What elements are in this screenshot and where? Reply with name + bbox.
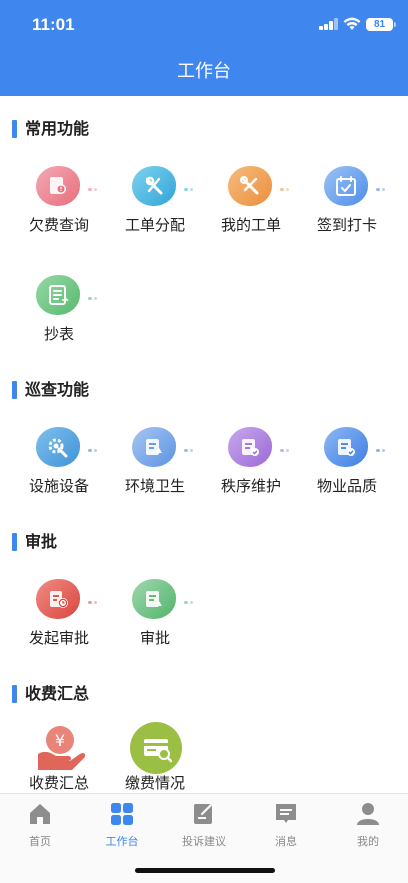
menu-item-fee-summary[interactable]: ¥ 收费汇总 — [14, 720, 104, 800]
menu-item-label: 工单分配 — [124, 216, 185, 234]
menu-item-facilities[interactable]: 设施设备 — [14, 423, 104, 503]
yuan-hand-icon: ¥ — [34, 720, 86, 774]
menu-item-sanitation[interactable]: 环境卫生 — [110, 423, 200, 503]
tools-icon — [228, 162, 289, 210]
menu-item-approval[interactable]: 审批 — [110, 575, 200, 655]
document-icon — [36, 271, 97, 319]
wifi-icon — [343, 17, 361, 30]
status-bar: 11:01 81 — [0, 0, 408, 46]
menu-item-label: 欠费查询 — [28, 216, 89, 234]
approval-document-icon — [132, 575, 193, 623]
document-clock-icon — [36, 575, 97, 623]
edit-note-icon — [194, 803, 213, 824]
section-title-inspection: 巡查功能 — [12, 379, 89, 401]
grid-icon — [111, 803, 133, 825]
section-title-approval: 审批 — [12, 531, 57, 553]
battery-icon: 81 — [366, 18, 396, 31]
menu-item-label: 物业品质 — [316, 477, 377, 495]
checklist-icon — [228, 423, 289, 471]
home-indicator — [135, 868, 275, 873]
user-icon — [357, 803, 379, 825]
tab-label: 消息 — [275, 835, 297, 848]
menu-item-my-work-orders[interactable]: 我的工单 — [206, 162, 296, 242]
clipboard-icon — [132, 423, 193, 471]
menu-item-property-quality[interactable]: 物业品质 — [302, 423, 392, 503]
menu-item-label: 发起审批 — [28, 629, 89, 647]
menu-item-label: 抄表 — [43, 325, 74, 343]
menu-item-arrears-query[interactable]: 欠费查询 — [14, 162, 104, 242]
tab-label: 我的 — [357, 835, 379, 848]
calendar-check-icon — [324, 162, 385, 210]
menu-item-label: 审批 — [139, 629, 170, 647]
menu-item-check-in[interactable]: 签到打卡 — [302, 162, 392, 242]
menu-item-order-maintenance[interactable]: 秩序维护 — [206, 423, 296, 503]
tab-mine[interactable]: 我的 — [328, 800, 408, 848]
home-icon — [30, 804, 50, 824]
menu-item-label: 收费汇总 — [28, 774, 89, 792]
menu-item-label: 签到打卡 — [316, 216, 377, 234]
menu-item-label: 秩序维护 — [220, 477, 281, 495]
gear-wrench-icon — [36, 423, 97, 471]
section-title-fee-summary: 收费汇总 — [12, 683, 89, 705]
menu-item-label: 设施设备 — [28, 477, 89, 495]
tab-label: 工作台 — [105, 835, 139, 848]
message-icon — [276, 804, 296, 823]
section-title-common: 常用功能 — [12, 118, 89, 140]
page-title: 工作台 — [177, 61, 231, 82]
tab-label: 首页 — [29, 835, 51, 848]
menu-item-work-order-assign[interactable]: 工单分配 — [110, 162, 200, 242]
header: 11:01 81 工作台 — [0, 0, 408, 96]
cellular-signal-icon — [319, 18, 339, 30]
menu-item-start-approval[interactable]: 发起审批 — [14, 575, 104, 655]
menu-item-meter-reading[interactable]: 抄表 — [14, 271, 104, 351]
quality-check-icon — [324, 423, 385, 471]
tab-messages[interactable]: 消息 — [246, 800, 326, 848]
svg-text:¥: ¥ — [55, 731, 65, 750]
tab-complaints[interactable]: 投诉建议 — [164, 800, 244, 848]
status-time: 11:01 — [32, 15, 75, 34]
menu-item-payment-status[interactable]: 缴费情况 — [110, 720, 200, 800]
tab-workbench[interactable]: 工作台 — [82, 800, 162, 848]
wrench-icon — [132, 162, 193, 210]
tab-label: 投诉建议 — [182, 835, 226, 848]
payment-search-icon — [129, 721, 183, 775]
menu-item-label: 我的工单 — [220, 216, 281, 234]
menu-item-label: 缴费情况 — [124, 774, 185, 792]
arrears-query-icon — [36, 162, 97, 210]
tab-home[interactable]: 首页 — [0, 800, 80, 848]
menu-item-label: 环境卫生 — [124, 477, 185, 495]
